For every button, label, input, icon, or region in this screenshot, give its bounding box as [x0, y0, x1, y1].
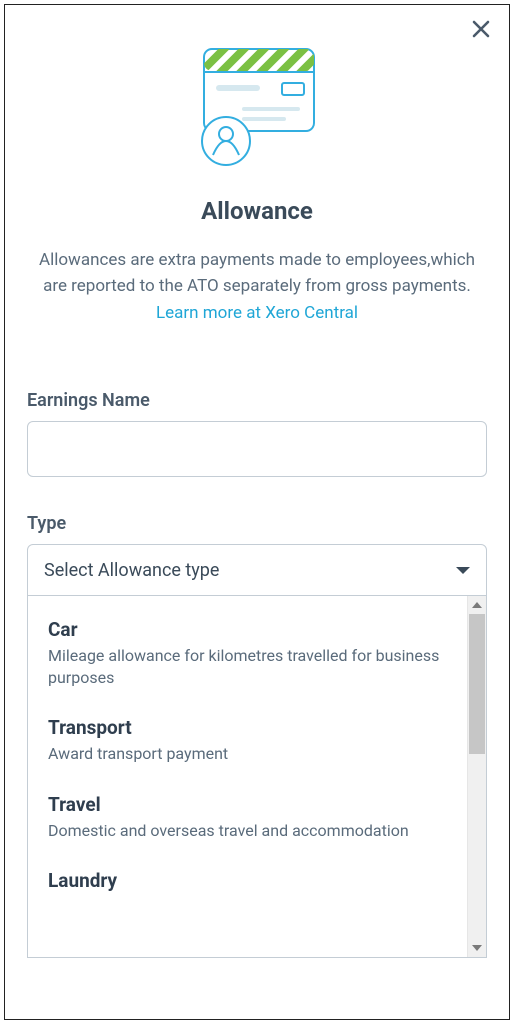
option-desc: Award transport payment [48, 743, 447, 765]
close-icon [471, 19, 491, 39]
allowance-modal: Allowance Allowances are extra payments … [4, 4, 510, 1020]
option-desc: Domestic and overseas travel and accommo… [48, 820, 447, 842]
option-title: Travel [48, 793, 447, 816]
type-option-transport[interactable]: Transport Award transport payment [48, 716, 447, 765]
type-select-placeholder: Select Allowance type [44, 560, 219, 581]
modal-description: Allowances are extra payments made to em… [35, 247, 479, 326]
type-label: Type [27, 513, 487, 534]
type-field: Type Select Allowance type Car Mileage a… [27, 513, 487, 958]
type-option-car[interactable]: Car Mileage allowance for kilometres tra… [48, 618, 447, 688]
option-title: Car [48, 618, 447, 641]
hero-illustration [27, 41, 487, 171]
triangle-down-icon [472, 945, 482, 951]
scrollbar[interactable] [467, 596, 486, 957]
earnings-name-input[interactable] [27, 421, 487, 477]
option-title: Transport [48, 716, 447, 739]
type-option-travel[interactable]: Travel Domestic and overseas travel and … [48, 793, 447, 842]
scroll-up-button[interactable] [468, 596, 486, 614]
learn-more-link[interactable]: Learn more at Xero Central [156, 303, 358, 323]
earnings-name-field: Earnings Name [27, 390, 487, 477]
close-button[interactable] [471, 19, 491, 39]
chevron-down-icon [456, 567, 470, 574]
type-options-scroll[interactable]: Car Mileage allowance for kilometres tra… [28, 596, 467, 957]
modal-title: Allowance [27, 197, 487, 225]
scrollbar-thumb[interactable] [469, 614, 485, 754]
type-listbox: Car Mileage allowance for kilometres tra… [27, 596, 487, 958]
earnings-name-label: Earnings Name [27, 390, 487, 411]
option-title: Laundry [48, 869, 447, 892]
type-select[interactable]: Select Allowance type [27, 544, 487, 596]
description-text: Allowances are extra payments made to em… [39, 250, 475, 296]
option-desc: Mileage allowance for kilometres travell… [48, 645, 447, 688]
type-option-laundry[interactable]: Laundry [48, 869, 447, 892]
scroll-down-button[interactable] [468, 939, 486, 957]
triangle-up-icon [472, 602, 482, 608]
